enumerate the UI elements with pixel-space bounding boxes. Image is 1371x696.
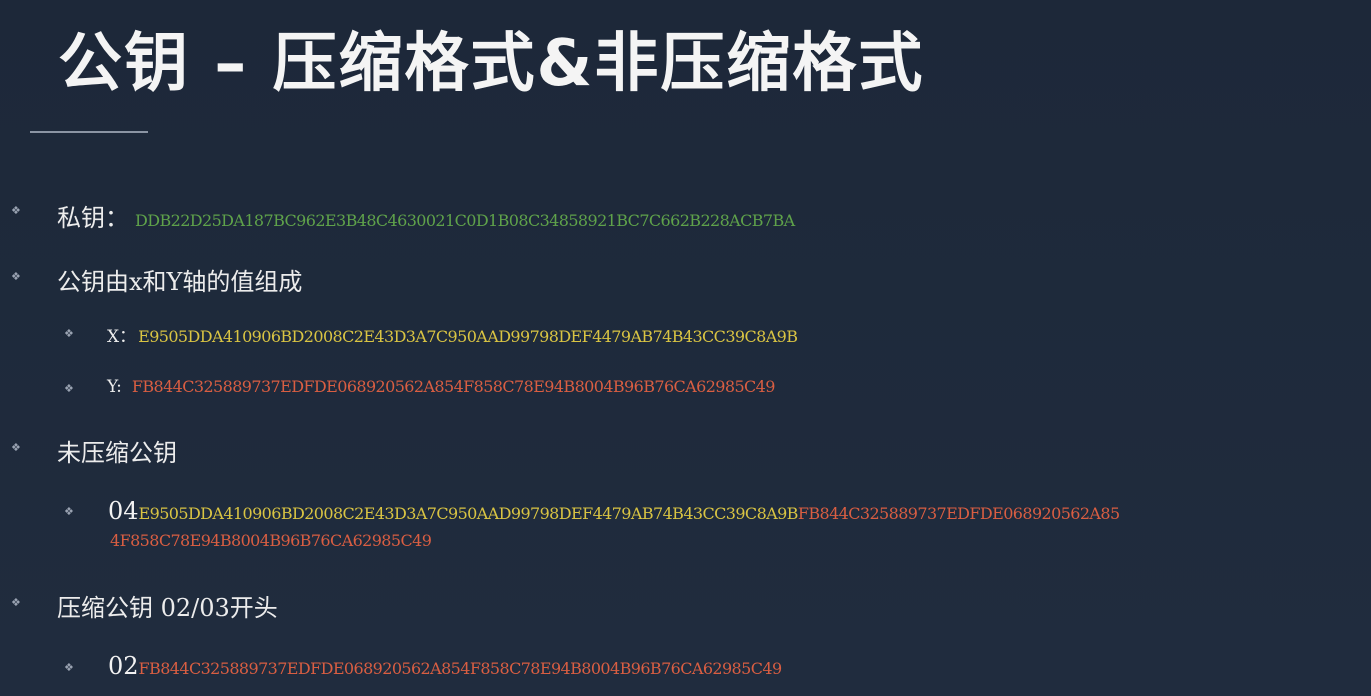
uncompressed-key-line-2: 4F858C78E94B8004B96B76CA62985C49: [110, 531, 432, 550]
compressed-key-prefix: 02: [108, 652, 139, 680]
bullet-diamond-icon: ❖: [11, 441, 21, 454]
title-divider: [30, 131, 148, 133]
private-key-row: 私钥： DDB22D25DA187BC962E3B48C4630021C0D1B…: [57, 198, 795, 233]
x-coordinate-value: E9505DDA410906BD2008C2E43D3A7C950AAD9979…: [138, 327, 798, 346]
public-key-composition-label: 公钥由x和Y轴的值组成: [57, 268, 303, 296]
sub-bullet-diamond-icon: ❖: [64, 505, 74, 518]
uncompressed-key-row: 未压缩公钥: [57, 433, 177, 468]
slide-title: 公钥 – 压缩格式&非压缩格式: [58, 27, 925, 101]
uncompressed-key-y-part2: 4F858C78E94B8004B96B76CA62985C49: [110, 531, 432, 550]
y-coordinate-value: FB844C325889737EDFDE068920562A854F858C78…: [131, 377, 776, 396]
uncompressed-key-x: E9505DDA410906BD2008C2E43D3A7C950AAD9979…: [138, 504, 799, 523]
bullet-diamond-icon: ❖: [11, 204, 21, 217]
slide: 公钥 – 压缩格式&非压缩格式 ❖ 私钥： DDB22D25DA187BC962…: [0, 0, 1371, 696]
compressed-key-row: 压缩公钥 02/03开头: [57, 588, 278, 623]
bullet-diamond-icon: ❖: [11, 270, 21, 283]
compressed-key-label: 压缩公钥 02/03开头: [57, 594, 278, 622]
y-coordinate-row: Y: FB844C325889737EDFDE068920562A854F858…: [107, 377, 775, 397]
sub-bullet-diamond-icon: ❖: [64, 661, 74, 674]
x-coordinate-label: X：: [107, 327, 137, 347]
private-key-label: 私钥：: [57, 204, 129, 232]
sub-bullet-diamond-icon: ❖: [64, 327, 74, 340]
y-coordinate-label: Y:: [107, 377, 122, 397]
x-coordinate-row: X： E9505DDA410906BD2008C2E43D3A7C950AAD9…: [107, 322, 798, 347]
private-key-value: DDB22D25DA187BC962E3B48C4630021C0D1B08C3…: [135, 211, 795, 230]
uncompressed-key-line-1: 04E9505DDA410906BD2008C2E43D3A7C950AAD99…: [108, 497, 1120, 525]
compressed-key-line: 02FB844C325889737EDFDE068920562A854F858C…: [108, 652, 782, 680]
uncompressed-key-prefix: 04: [108, 497, 139, 525]
uncompressed-key-y-part1: FB844C325889737EDFDE068920562A85: [797, 504, 1120, 523]
sub-bullet-diamond-icon: ❖: [64, 382, 74, 395]
bullet-diamond-icon: ❖: [11, 596, 21, 609]
public-key-composition-row: 公钥由x和Y轴的值组成: [57, 262, 302, 297]
uncompressed-key-label: 未压缩公钥: [57, 439, 177, 467]
compressed-key-value: FB844C325889737EDFDE068920562A854F858C78…: [138, 659, 783, 678]
